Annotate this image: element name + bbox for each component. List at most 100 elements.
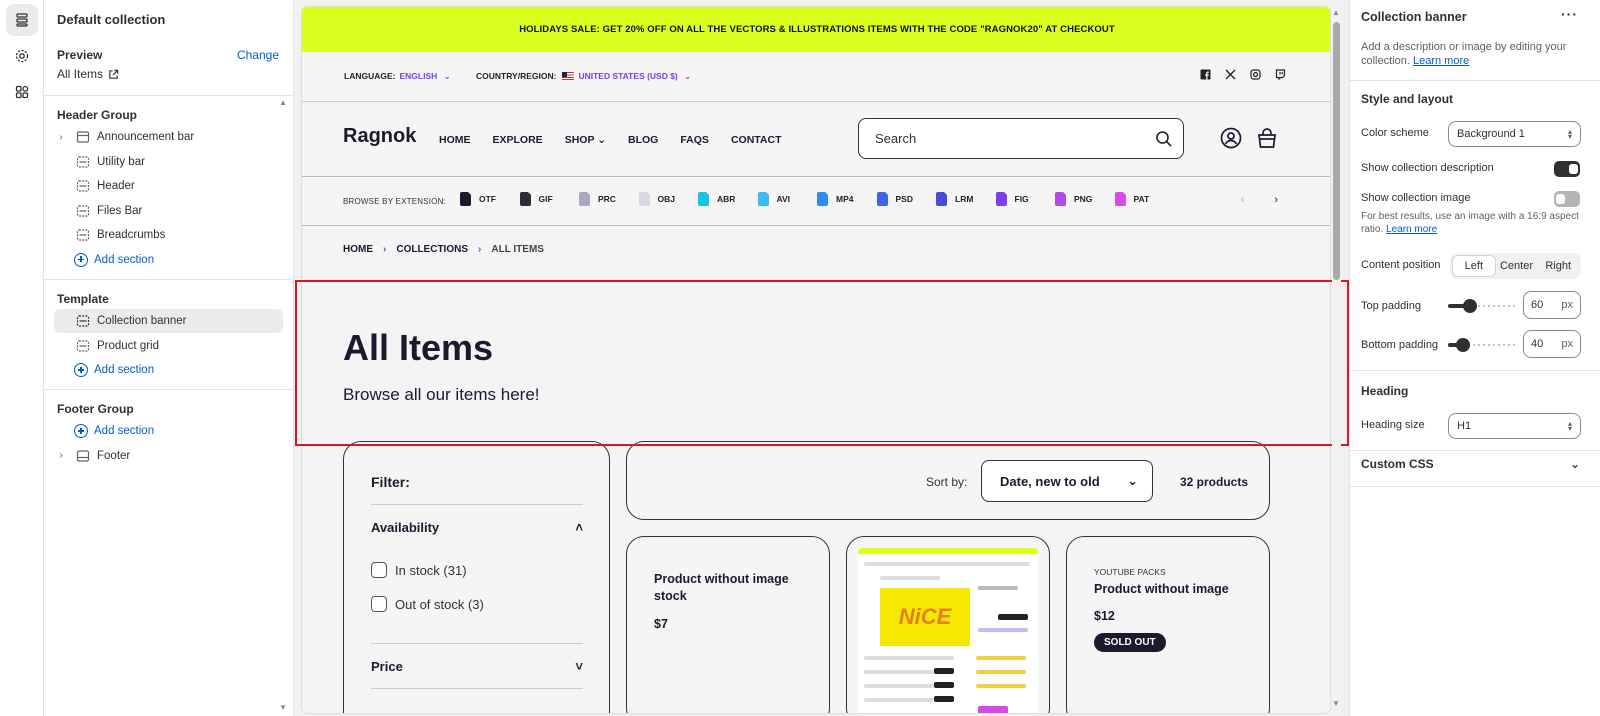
section-files-bar[interactable]: Files Bar (54, 199, 283, 223)
availability-toggle[interactable]: Availability ˄ (371, 520, 583, 535)
extension-link[interactable]: PAT (1114, 192, 1175, 206)
chevron-down-icon: ⌄ (1127, 473, 1138, 488)
nav-shop[interactable]: SHOP ⌄ (565, 134, 606, 146)
show-description-label: Show collection description (1361, 162, 1494, 174)
top-padding-slider[interactable] (1448, 299, 1516, 313)
product-title[interactable]: Product without image stock (654, 571, 809, 605)
scroll-up-arrow[interactable]: ▲ (279, 98, 287, 107)
sections-icon[interactable] (6, 4, 38, 36)
custom-css-toggle[interactable]: Custom CSS ⌄ (1361, 457, 1580, 471)
store-logo[interactable]: Ragnok (343, 125, 416, 148)
product-card[interactable]: NiCE (846, 536, 1050, 713)
cart-icon[interactable] (1256, 127, 1278, 149)
extension-label: LRM (955, 194, 974, 204)
product-image[interactable]: NiCE (858, 548, 1038, 713)
bottom-padding-input[interactable]: 40 px (1523, 330, 1581, 358)
learn-more-link[interactable]: Learn more (1413, 55, 1469, 67)
extension-link[interactable]: ABR (698, 192, 758, 206)
scroll-down-arrow[interactable]: ▼ (279, 703, 287, 712)
scroll-up-arrow[interactable]: ▲ (1332, 8, 1340, 17)
chevron-right-icon[interactable]: › (54, 450, 68, 461)
add-circle-icon (74, 363, 88, 377)
checkbox[interactable] (371, 562, 387, 578)
country-selector[interactable]: COUNTRY/REGION: UNITED STATES (USD $) ⌄ (476, 71, 691, 82)
add-section-footer-group[interactable]: Add section (54, 419, 283, 443)
preview-value[interactable]: All Items (57, 67, 119, 81)
x-icon[interactable] (1225, 69, 1236, 80)
chevron-right-icon[interactable]: › (1274, 194, 1278, 206)
extension-link[interactable]: GIF (519, 192, 580, 206)
section-footer[interactable]: › Footer (54, 444, 283, 468)
section-breadcrumbs[interactable]: Breadcrumbs (54, 223, 283, 247)
add-section-template[interactable]: Add section (54, 358, 283, 382)
nav-faqs[interactable]: FAQS (680, 134, 709, 146)
storefront-preview: HOLIDAYS SALE: GET 20% OFF ON ALL THE VE… (301, 6, 1331, 714)
chevron-left-icon[interactable]: ‹ (1241, 194, 1245, 206)
sort-select[interactable]: Date, new to old ⌄ (981, 460, 1153, 502)
instagram-icon[interactable] (1250, 69, 1261, 80)
bottom-padding-value: 40 (1531, 338, 1544, 350)
section-announcement-bar[interactable]: › Announcement bar (54, 125, 283, 149)
extension-label: PSD (895, 194, 913, 204)
extension-link[interactable]: FIG (995, 192, 1056, 206)
show-description-toggle[interactable] (1554, 161, 1580, 177)
nav-contact[interactable]: CONTACT (731, 134, 782, 146)
color-scheme-select[interactable]: Background 1 ▴ ▾ (1448, 121, 1581, 147)
divider (1350, 450, 1600, 451)
section-utility-bar[interactable]: Utility bar (54, 150, 283, 174)
price-toggle[interactable]: Price ˅ (371, 659, 583, 674)
more-options-icon[interactable]: ··· (1561, 6, 1578, 22)
position-option-center[interactable]: Center (1496, 255, 1538, 277)
collection-banner[interactable]: All Items Browse all our items here! (302, 277, 1330, 441)
extension-link[interactable]: AVI (757, 192, 818, 206)
add-section-header-group[interactable]: Add section (54, 248, 283, 272)
section-collection-banner[interactable]: Collection banner (54, 309, 283, 333)
file-icon (817, 192, 828, 206)
heading-size-select[interactable]: H1 ▴ ▾ (1448, 413, 1581, 439)
nav-home[interactable]: HOME (439, 134, 471, 146)
learn-more-link[interactable]: Learn more (1386, 224, 1437, 235)
position-option-left[interactable]: Left (1452, 255, 1496, 277)
extension-link[interactable]: PNG (1055, 192, 1115, 206)
breadcrumb-home[interactable]: HOME (343, 244, 373, 255)
extension-link[interactable]: OTF (460, 192, 520, 206)
language-selector[interactable]: LANGUAGE: ENGLISH ⌄ (344, 71, 451, 82)
product-card[interactable]: Product without image stock $7 (626, 536, 830, 713)
bottom-padding-slider[interactable] (1448, 338, 1516, 352)
account-icon[interactable] (1220, 127, 1242, 149)
search-field[interactable]: Search (858, 118, 1184, 159)
section-header[interactable]: Header (54, 174, 283, 198)
slider-handle[interactable] (1463, 299, 1477, 313)
divider (1350, 486, 1600, 487)
filter-out-of-stock[interactable]: Out of stock (3) (371, 596, 484, 612)
product-title[interactable]: Product without image (1094, 581, 1249, 598)
template-title: Default collection (57, 12, 166, 27)
section-product-grid[interactable]: Product grid (54, 334, 283, 358)
extension-link[interactable]: PRC (579, 192, 639, 206)
preview-scrollbar-thumb[interactable] (1333, 22, 1340, 280)
slider-handle[interactable] (1456, 338, 1470, 352)
extension-link[interactable]: OBJ (638, 192, 699, 206)
extension-link[interactable]: LRM (936, 192, 996, 206)
search-icon[interactable] (1155, 130, 1173, 148)
top-padding-input[interactable]: 60 px (1523, 291, 1581, 319)
nav-blog[interactable]: BLOG (628, 134, 658, 146)
nav-explore[interactable]: EXPLORE (493, 134, 543, 146)
filter-in-stock[interactable]: In stock (31) (371, 562, 467, 578)
content-position-segmented: Left Center Right (1450, 253, 1581, 279)
facebook-icon[interactable] (1200, 69, 1211, 80)
chevron-right-icon[interactable]: › (54, 132, 68, 143)
twitch-icon[interactable] (1275, 69, 1286, 80)
extension-link[interactable]: MP4 (817, 192, 877, 206)
checkbox[interactable] (371, 596, 387, 612)
position-option-right[interactable]: Right (1537, 255, 1579, 277)
show-image-toggle[interactable] (1554, 191, 1580, 207)
breadcrumb-collections[interactable]: COLLECTIONS (396, 244, 468, 255)
change-preview-link[interactable]: Change (237, 48, 279, 62)
gear-icon[interactable] (6, 40, 38, 72)
apps-icon[interactable] (6, 76, 38, 108)
product-price: $12 (1094, 609, 1115, 623)
extension-link[interactable]: PSD (876, 192, 937, 206)
product-card[interactable]: YOUTUBE PACKS Product without image $12 … (1066, 536, 1270, 713)
scroll-down-arrow[interactable]: ▼ (1332, 699, 1340, 708)
